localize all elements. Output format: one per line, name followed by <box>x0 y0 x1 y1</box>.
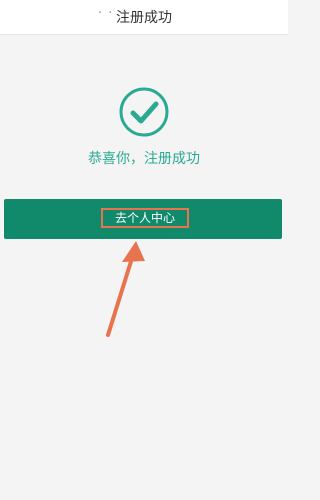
success-message: 恭喜你，注册成功 <box>88 151 200 167</box>
registration-success-screen: · · · 注册成功 恭喜你，注册成功 去个人中心 <box>0 0 288 500</box>
go-to-profile-label: 去个人中心 <box>101 208 189 228</box>
check-circle-icon <box>119 87 169 137</box>
page-title: 注册成功 <box>116 10 172 26</box>
annotation-arrow <box>106 241 145 337</box>
navigation-bar: · · · 注册成功 <box>0 0 288 35</box>
go-to-profile-button[interactable]: 去个人中心 <box>4 199 282 239</box>
